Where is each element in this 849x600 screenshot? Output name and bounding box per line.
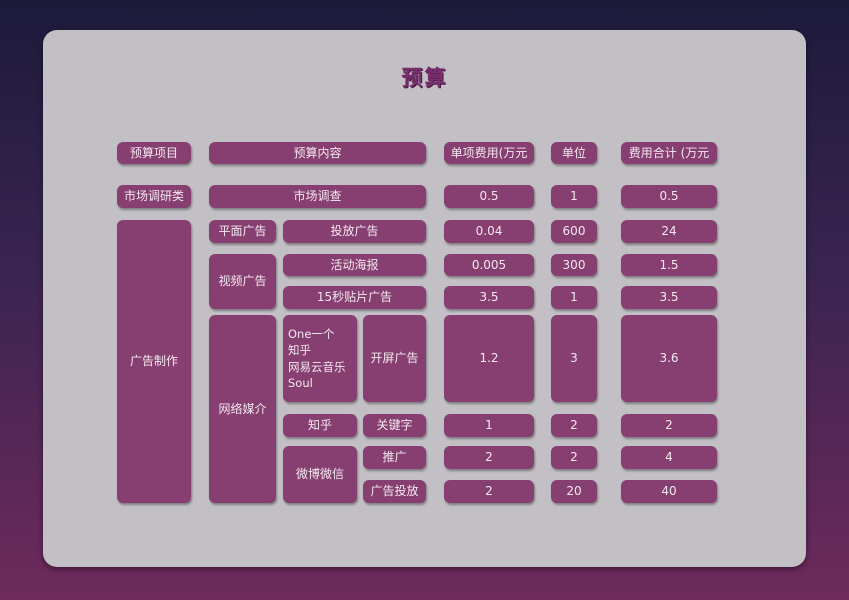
subcategory-online: 网络媒介 bbox=[209, 315, 276, 503]
unit-price-cell: 0.04 bbox=[444, 220, 534, 243]
unit-cell: 3 bbox=[551, 315, 597, 402]
unit-cell: 300 bbox=[551, 254, 597, 276]
unit-price-cell: 0.5 bbox=[444, 185, 534, 208]
item-placement: 投放广告 bbox=[283, 220, 426, 243]
unit-price-cell: 3.5 bbox=[444, 286, 534, 309]
unit-cell: 1 bbox=[551, 185, 597, 208]
item-poster: 活动海报 bbox=[283, 254, 426, 276]
header-item: 预算项目 bbox=[117, 142, 191, 164]
subcategory-print: 平面广告 bbox=[209, 220, 276, 243]
unit-price-cell: 0.005 bbox=[444, 254, 534, 276]
header-unit: 单位 bbox=[551, 142, 597, 164]
total-cell: 3.5 bbox=[621, 286, 717, 309]
header-total: 费用合计 (万元 bbox=[621, 142, 717, 164]
total-cell: 40 bbox=[621, 480, 717, 503]
item-zhihu: 知乎 bbox=[283, 414, 357, 437]
platform-item: Soul bbox=[288, 375, 313, 390]
item-keyword: 关键字 bbox=[363, 414, 426, 437]
platform-list: One一个 知乎 网易云音乐 Soul bbox=[283, 315, 357, 402]
total-cell: 1.5 bbox=[621, 254, 717, 276]
unit-price-cell: 2 bbox=[444, 446, 534, 469]
unit-cell: 2 bbox=[551, 414, 597, 437]
item-preroll: 15秒贴片广告 bbox=[283, 286, 426, 309]
platform-item: 网易云音乐 bbox=[288, 359, 346, 374]
category-research: 市场调研类 bbox=[117, 185, 191, 208]
item-survey: 市场调查 bbox=[209, 185, 426, 208]
category-ad-production: 广告制作 bbox=[117, 220, 191, 503]
item-splash: 开屏广告 bbox=[363, 315, 426, 402]
header-content: 预算内容 bbox=[209, 142, 426, 164]
subcategory-video: 视频广告 bbox=[209, 254, 276, 309]
unit-cell: 600 bbox=[551, 220, 597, 243]
page-title: 预算 bbox=[401, 66, 448, 90]
unit-price-cell: 1 bbox=[444, 414, 534, 437]
platform-item: 知乎 bbox=[288, 343, 311, 358]
item-weibo-wechat: 微博微信 bbox=[283, 446, 357, 503]
total-cell: 4 bbox=[621, 446, 717, 469]
header-unit-price: 单项费用(万元 bbox=[444, 142, 534, 164]
total-cell: 0.5 bbox=[621, 185, 717, 208]
unit-price-cell: 2 bbox=[444, 480, 534, 503]
unit-cell: 1 bbox=[551, 286, 597, 309]
unit-cell: 20 bbox=[551, 480, 597, 503]
unit-cell: 2 bbox=[551, 446, 597, 469]
total-cell: 24 bbox=[621, 220, 717, 243]
item-promotion: 推广 bbox=[363, 446, 426, 469]
item-ad-placement: 广告投放 bbox=[363, 480, 426, 503]
total-cell: 2 bbox=[621, 414, 717, 437]
platform-item: One一个 bbox=[288, 326, 335, 341]
unit-price-cell: 1.2 bbox=[444, 315, 534, 402]
total-cell: 3.6 bbox=[621, 315, 717, 402]
